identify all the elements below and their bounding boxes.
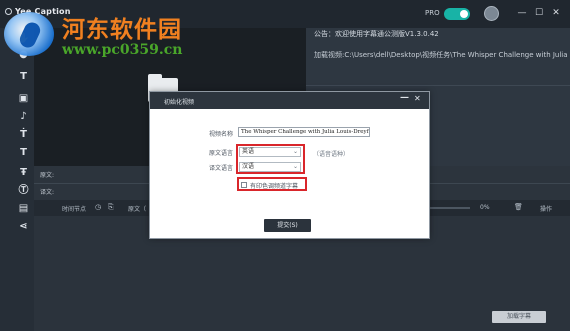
dialog-header: 初始化视频 — ✕: [150, 92, 429, 109]
source-language-select[interactable]: 英语 ⌄: [239, 147, 301, 157]
dialog-minimize-button[interactable]: —: [400, 93, 409, 103]
source-language-label: 原文语言: [209, 150, 234, 157]
notice-divider: [306, 85, 570, 86]
hardsub-checkbox[interactable]: [241, 182, 247, 188]
watermark-logo-icon: [4, 12, 54, 56]
text-box-icon[interactable]: Ṫ: [17, 128, 30, 141]
trash-icon[interactable]: 🗑: [514, 203, 523, 211]
chevron-down-icon: ⌄: [292, 148, 298, 155]
init-video-dialog: 初始化视频 — ✕ 视频名称 The Whisper Challenge wit…: [149, 91, 430, 239]
save-icon[interactable]: ▤: [17, 202, 30, 215]
video-name-label: 视频名称: [209, 131, 234, 138]
minimize-icon[interactable]: —: [515, 6, 529, 20]
watermark-url: www.pc0359.cn: [62, 42, 183, 58]
loaded-video-path: 加载视频:C:\Users\dell\Desktop\视频任务\The Whis…: [314, 51, 570, 59]
original-text-label: 原文:: [40, 172, 55, 179]
crop-icon[interactable]: ▣: [17, 92, 30, 105]
watermark-logo-mark: [17, 19, 43, 51]
pro-toggle[interactable]: [444, 8, 470, 20]
copy-icon[interactable]: ⎘: [108, 203, 114, 212]
clock-icon[interactable]: ◷: [95, 203, 101, 211]
site-watermark: 河东软件园 www.pc0359.cn: [0, 8, 220, 64]
mic-small-icon[interactable]: ♪: [17, 110, 30, 123]
source-language-value: 英语: [242, 148, 255, 155]
tool-sidebar: ✋ ● T ▣ ♪ Ṫ T Ŧ Ⓣ ▤ ⋖: [0, 28, 34, 331]
announcement-text: 公告：欢迎使用字幕通公测版V1.3.0.42: [314, 30, 439, 38]
user-avatar[interactable]: [484, 6, 499, 21]
actions-label: 操作: [540, 206, 553, 213]
target-language-label: 译文语言: [209, 165, 234, 172]
text-t-icon[interactable]: T: [17, 70, 30, 83]
original-column-label: 原文（: [128, 206, 147, 213]
hardsub-checkbox-label: 有印色调频道字幕: [250, 183, 299, 190]
target-language-select[interactable]: 汉语 ⌄: [239, 162, 301, 172]
progress-value: 0%: [480, 204, 490, 211]
dialog-title: 初始化视频: [164, 99, 195, 106]
text-t-alt-icon[interactable]: T: [17, 146, 30, 159]
watermark-title: 河东软件园: [62, 16, 182, 43]
text-replace-icon[interactable]: Ⓣ: [17, 184, 30, 197]
language-hint: （语音语种）: [313, 151, 350, 158]
dialog-close-button[interactable]: ✕: [414, 94, 421, 103]
timecode-label: 时间节点: [62, 206, 87, 213]
load-subtitle-button[interactable]: 加载字幕: [492, 311, 546, 323]
translation-text-label: 译文:: [40, 189, 55, 196]
toggle-knob: [460, 10, 468, 18]
text-sub-icon[interactable]: Ŧ: [17, 166, 30, 179]
chevron-down-icon: ⌄: [292, 163, 298, 170]
close-icon[interactable]: ✕: [549, 6, 563, 20]
app-window: Yee Caption PRO — ☐ ✕ ✋ ● T ▣ ♪ Ṫ T Ŧ Ⓣ …: [0, 0, 570, 331]
pro-label: PRO: [425, 9, 440, 17]
video-name-input[interactable]: The Whisper Challenge with Julia Louis-D…: [238, 127, 370, 137]
maximize-icon[interactable]: ☐: [532, 6, 546, 20]
target-language-value: 汉语: [242, 163, 255, 170]
share-icon[interactable]: ⋖: [17, 220, 30, 233]
submit-button[interactable]: 提交(S): [264, 219, 311, 232]
